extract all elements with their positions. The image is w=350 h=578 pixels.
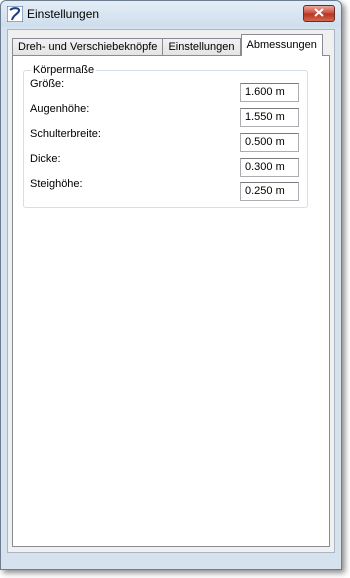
groesse-field[interactable]: 1.600 m bbox=[240, 83, 299, 102]
label-schulterbreite: Schulterbreite: bbox=[30, 128, 101, 140]
tab-dreh-verschiebeknoepfe[interactable]: Dreh- und Verschiebeknöpfe bbox=[12, 38, 164, 56]
tab-panel-abmessungen: Körpermaße Größe: 1.600 m Augenhöhe: 1.5… bbox=[12, 55, 330, 547]
settings-window: Einstellungen Dreh- und Verschiebeknöpfe… bbox=[0, 0, 342, 570]
label-steighoehe: Steighöhe: bbox=[30, 178, 83, 190]
title-bar[interactable]: Einstellungen bbox=[1, 1, 341, 27]
schulterbreite-field[interactable]: 0.500 m bbox=[240, 133, 299, 152]
steighoehe-field[interactable]: 0.250 m bbox=[240, 182, 299, 201]
label-groesse: Größe: bbox=[30, 78, 65, 90]
close-icon bbox=[314, 7, 324, 20]
label-dicke: Dicke: bbox=[30, 153, 61, 165]
close-button[interactable] bbox=[303, 5, 335, 22]
dialog-body: Dreh- und Verschiebeknöpfe Einstellungen… bbox=[7, 29, 335, 553]
dicke-field[interactable]: 0.300 m bbox=[240, 158, 299, 177]
tab-strip: Dreh- und Verschiebeknöpfe Einstellungen… bbox=[12, 34, 323, 56]
augenhoehe-field[interactable]: 1.550 m bbox=[240, 108, 299, 127]
app-logo-icon[interactable] bbox=[6, 5, 24, 23]
koerpermasse-group: Körpermaße Größe: 1.600 m Augenhöhe: 1.5… bbox=[23, 64, 308, 208]
group-title: Körpermaße bbox=[31, 64, 97, 76]
tab-abmessungen[interactable]: Abmessungen bbox=[240, 34, 323, 56]
tab-einstellungen[interactable]: Einstellungen bbox=[162, 38, 241, 56]
window-title: Einstellungen bbox=[27, 7, 100, 21]
label-augenhoehe: Augenhöhe: bbox=[30, 103, 90, 115]
